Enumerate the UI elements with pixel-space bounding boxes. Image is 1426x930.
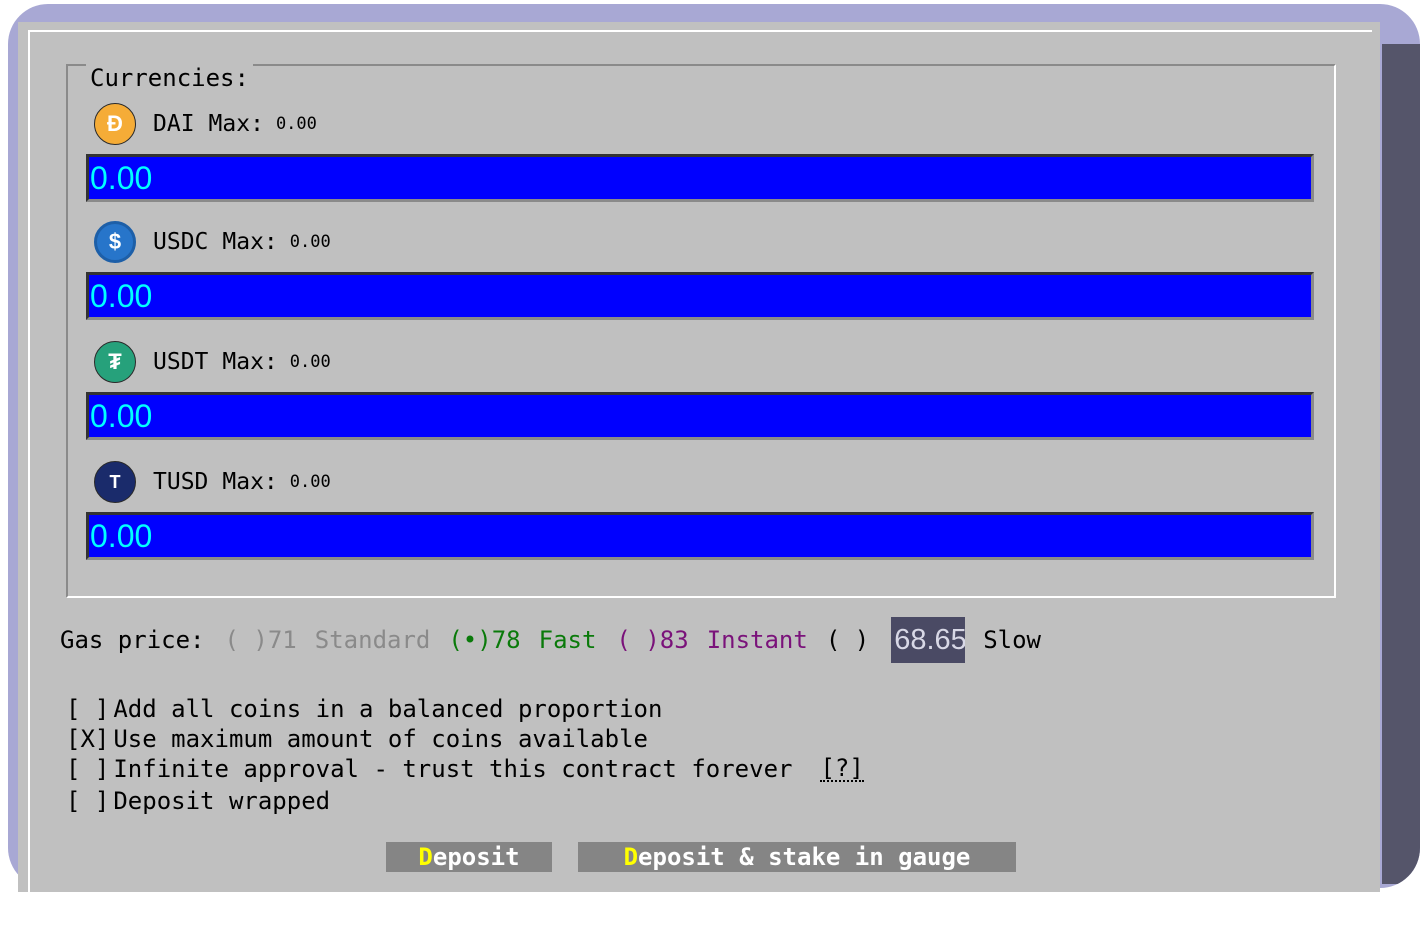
checkbox[interactable]: [ ] — [66, 755, 109, 783]
deposit-label: eposit — [432, 843, 520, 871]
tusd-icon: T — [94, 461, 136, 503]
gas-option-custom[interactable]: ( ) 68.65 Slow — [826, 617, 1041, 663]
usdt-icon: ₮ — [94, 341, 136, 383]
dai-amount-input[interactable]: 0.00 — [86, 154, 1314, 202]
usdt-amount-input[interactable]: 0.00 — [86, 392, 1314, 440]
gas-standard-label: Standard — [314, 626, 431, 654]
custom-gas-input[interactable]: 68.65 — [891, 617, 966, 663]
gas-standard-value: 71 — [267, 626, 297, 654]
max-label: Max: — [222, 229, 278, 255]
checkbox[interactable]: [ ] — [66, 695, 109, 723]
option-max-amount[interactable]: [X] Use maximum amount of coins availabl… — [66, 724, 648, 754]
coin-row-usdt: ₮ USDT Max: 0.00 — [94, 340, 331, 384]
tusd-amount-input[interactable]: 0.00 — [86, 512, 1314, 560]
gas-option-instant[interactable]: ( ) 83 Instant — [616, 626, 807, 654]
coin-row-dai: Ð DAI Max: 0.00 — [94, 102, 317, 146]
deposit-stake-label: eposit & stake in gauge — [638, 843, 971, 871]
gas-option-fast[interactable]: (•) 78 Fast — [448, 626, 596, 654]
option-infinite-approval[interactable]: [ ] Infinite approval - trust this contr… — [66, 754, 864, 784]
max-value[interactable]: 0.00 — [290, 472, 331, 492]
gas-price-label: Gas price: — [60, 626, 205, 654]
usdc-icon: $ — [94, 221, 136, 263]
max-label: Max: — [208, 111, 264, 137]
deposit-hotkey: D — [418, 843, 433, 871]
help-link[interactable]: [?] — [820, 756, 864, 782]
radio-custom[interactable]: ( ) — [826, 626, 869, 654]
radio-fast[interactable]: (•) — [448, 626, 491, 654]
max-value[interactable]: 0.00 — [290, 232, 331, 252]
gas-instant-label: Instant — [706, 626, 808, 654]
max-label: Max: — [222, 349, 278, 375]
gas-price-row: Gas price: ( ) 71 Standard (•) 78 Fast (… — [60, 617, 1041, 663]
option-deposit-wrapped[interactable]: [ ] Deposit wrapped — [66, 786, 330, 816]
gas-instant-value: 83 — [659, 626, 689, 654]
max-value[interactable]: 0.00 — [276, 114, 317, 134]
coin-name: USDC — [153, 229, 209, 255]
coin-name: USDT — [153, 349, 209, 375]
gas-option-standard[interactable]: ( ) 71 Standard — [225, 626, 431, 654]
gas-fast-label: Fast — [538, 626, 597, 654]
radio-instant[interactable]: ( ) — [616, 626, 659, 654]
usdc-amount-input[interactable]: 0.00 — [86, 272, 1314, 320]
coin-row-tusd: T TUSD Max: 0.00 — [94, 460, 331, 504]
currencies-legend: Currencies: — [86, 64, 253, 92]
coin-name: DAI — [153, 111, 195, 137]
option-label: Infinite approval - trust this contract … — [113, 755, 793, 783]
coin-row-usdc: $ USDC Max: 0.00 — [94, 220, 331, 264]
radio-standard[interactable]: ( ) — [225, 626, 268, 654]
coin-name: TUSD — [153, 469, 209, 495]
option-balanced[interactable]: [ ] Add all coins in a balanced proporti… — [66, 694, 662, 724]
gas-slow-label: Slow — [983, 626, 1041, 654]
window-shadow — [1382, 44, 1420, 884]
max-label: Max: — [222, 469, 278, 495]
dai-icon: Ð — [94, 103, 136, 145]
deposit-stake-button[interactable]: Deposit & stake in gauge — [578, 842, 1016, 872]
checkbox[interactable]: [X] — [66, 725, 109, 753]
option-label: Add all coins in a balanced proportion — [113, 695, 663, 723]
deposit-button[interactable]: Deposit — [386, 842, 552, 872]
option-label: Use maximum amount of coins available — [113, 725, 648, 753]
option-label: Deposit wrapped — [113, 787, 331, 815]
checkbox[interactable]: [ ] — [66, 787, 109, 815]
gas-fast-value: 78 — [491, 626, 521, 654]
max-value[interactable]: 0.00 — [290, 352, 331, 372]
deposit-stake-hotkey: D — [623, 843, 639, 871]
